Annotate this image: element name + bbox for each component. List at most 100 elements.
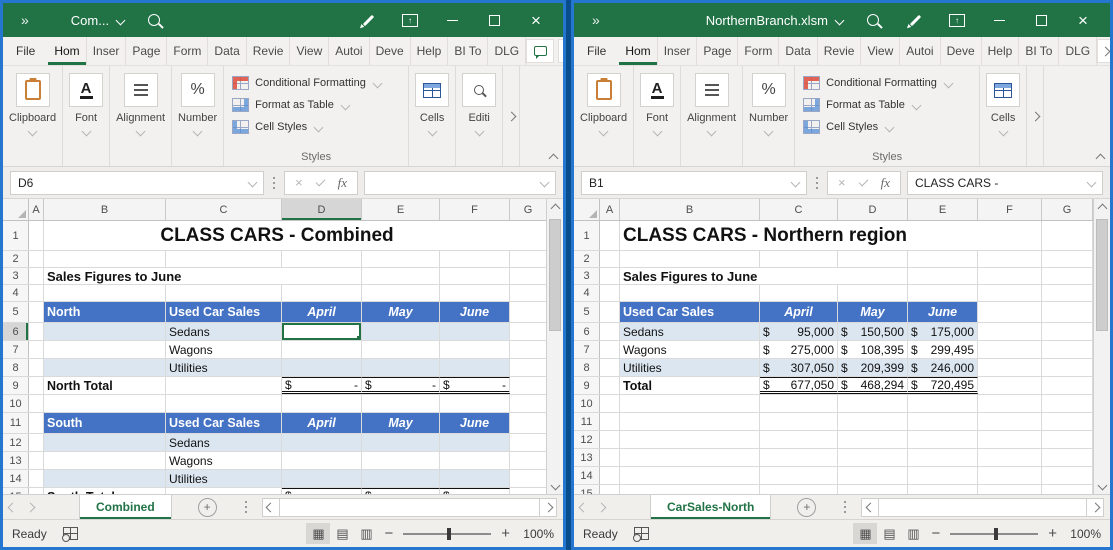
scroll-up-button[interactable] xyxy=(1094,199,1110,217)
cell-D13[interactable] xyxy=(282,452,362,469)
format-as-table-button[interactable]: Format as Table xyxy=(803,94,971,116)
cell-F14[interactable] xyxy=(978,467,1042,484)
cell-F10[interactable] xyxy=(440,395,510,412)
chevron-down-icon[interactable] xyxy=(81,127,91,137)
scroll-down-button[interactable] xyxy=(1094,476,1110,494)
collapse-ribbon-icon[interactable] xyxy=(549,154,559,164)
cell-F12[interactable] xyxy=(440,434,510,451)
row-header-2[interactable]: 2 xyxy=(3,251,29,267)
ribbon-tab-data[interactable]: Data xyxy=(779,37,817,65)
ribbon-tab-data[interactable]: Data xyxy=(208,37,246,65)
page-layout-view-button[interactable] xyxy=(877,523,901,544)
row-header-12[interactable]: 12 xyxy=(574,431,600,448)
cell-A5[interactable] xyxy=(600,302,620,322)
scroll-down-button[interactable] xyxy=(547,476,563,494)
cell-C12[interactable]: Sedans xyxy=(166,434,282,451)
minimize-button[interactable] xyxy=(435,8,469,32)
cell-C6[interactable]: Sedans xyxy=(166,323,282,340)
cell-F11[interactable]: June xyxy=(440,413,510,433)
cell-F7[interactable] xyxy=(978,341,1042,358)
cell-F12[interactable] xyxy=(978,431,1042,448)
zoom-level[interactable]: 100% xyxy=(516,527,554,541)
ribbon-tab-inser[interactable]: Inser xyxy=(87,37,127,65)
zoom-in-icon[interactable] xyxy=(1042,525,1063,542)
close-button[interactable] xyxy=(519,8,553,32)
ribbon-tab-autoi[interactable]: Autoi xyxy=(900,37,940,65)
title-dropdown-icon[interactable] xyxy=(834,15,844,25)
cell-C5[interactable]: April xyxy=(760,302,838,322)
row-header-6[interactable]: 6 xyxy=(574,323,600,340)
cell-F3[interactable] xyxy=(978,268,1042,284)
cell-A8[interactable] xyxy=(29,359,44,376)
formula-bar-divider[interactable] xyxy=(816,182,818,184)
page-layout-view-button[interactable] xyxy=(330,523,354,544)
column-header-F[interactable]: F xyxy=(978,199,1042,220)
cell-C11[interactable] xyxy=(760,413,838,430)
row-header-13[interactable]: 13 xyxy=(574,449,600,466)
cells-group[interactable]: Cells xyxy=(980,66,1027,166)
cell-D3[interactable] xyxy=(838,268,908,284)
cell-B12[interactable] xyxy=(620,431,760,448)
ribbon-tab-view[interactable]: View xyxy=(290,37,329,65)
scroll-right-button[interactable] xyxy=(539,498,557,517)
cell-F9[interactable]: $- xyxy=(440,377,510,394)
ribbon-tab-help[interactable]: Help xyxy=(982,37,1020,65)
title-bar[interactable]: Com... xyxy=(3,3,563,37)
vertical-scroll-track[interactable] xyxy=(547,217,563,476)
cell-B2[interactable] xyxy=(44,251,166,267)
zoom-in-icon[interactable] xyxy=(495,525,516,542)
cell-C15[interactable] xyxy=(760,485,838,494)
select-all-corner[interactable] xyxy=(3,199,29,220)
row-header-2[interactable]: 2 xyxy=(574,251,600,267)
cell-D9[interactable]: $468,294 xyxy=(838,377,908,394)
cell-G11[interactable] xyxy=(510,413,546,433)
cell-B13[interactable] xyxy=(44,452,166,469)
ribbon-overflow-button[interactable] xyxy=(558,39,563,63)
number-button[interactable] xyxy=(181,73,215,107)
cell-C6[interactable]: $95,000 xyxy=(760,323,838,340)
next-sheet-button[interactable] xyxy=(21,495,39,519)
cell-F5[interactable]: June xyxy=(440,302,510,322)
vertical-scrollbar[interactable] xyxy=(546,199,563,494)
editing-button[interactable] xyxy=(462,73,496,107)
row-header-13[interactable]: 13 xyxy=(3,452,29,469)
cell-E2[interactable] xyxy=(362,251,440,267)
cell-F4[interactable] xyxy=(978,285,1042,301)
cell-D9[interactable]: $- xyxy=(282,377,362,394)
vertical-scroll-track[interactable] xyxy=(1094,217,1110,476)
cell-F4[interactable] xyxy=(440,285,510,301)
cell-A2[interactable] xyxy=(600,251,620,267)
normal-view-button[interactable] xyxy=(853,523,877,544)
cell-B7[interactable] xyxy=(44,341,166,358)
formula-input[interactable] xyxy=(364,171,556,195)
cell-G9[interactable] xyxy=(1042,377,1093,394)
cell-E7[interactable]: $299,495 xyxy=(908,341,978,358)
macro-record-icon[interactable] xyxy=(634,527,649,540)
cell-E12[interactable] xyxy=(908,431,978,448)
cell-E14[interactable] xyxy=(362,470,440,487)
cell-B7[interactable]: Wagons xyxy=(620,341,760,358)
cancel-icon[interactable] xyxy=(295,176,303,189)
macro-record-icon[interactable] xyxy=(63,527,78,540)
cell-E11[interactable]: May xyxy=(362,413,440,433)
cell-G14[interactable] xyxy=(510,470,546,487)
draw-button[interactable] xyxy=(351,8,385,32)
zoom-slider[interactable] xyxy=(950,533,1038,535)
cell-C10[interactable] xyxy=(760,395,838,412)
ribbon-display-options-button[interactable] xyxy=(393,8,427,32)
prev-sheet-button[interactable] xyxy=(574,495,592,519)
cell-G6[interactable] xyxy=(1042,323,1093,340)
cell-A14[interactable] xyxy=(29,470,44,487)
cell-A7[interactable] xyxy=(600,341,620,358)
zoom-level[interactable]: 100% xyxy=(1063,527,1101,541)
ribbon-display-options-button[interactable] xyxy=(940,8,974,32)
cell-A3[interactable] xyxy=(600,268,620,284)
cell-B6[interactable]: Sedans xyxy=(620,323,760,340)
cell-G5[interactable] xyxy=(1042,302,1093,322)
column-header-B[interactable]: B xyxy=(620,199,760,220)
font-button[interactable] xyxy=(69,73,103,107)
cell-B2[interactable] xyxy=(620,251,760,267)
ribbon-tab-page[interactable]: Page xyxy=(126,37,167,65)
zoom-out-icon[interactable] xyxy=(925,525,946,542)
cell-E12[interactable] xyxy=(362,434,440,451)
